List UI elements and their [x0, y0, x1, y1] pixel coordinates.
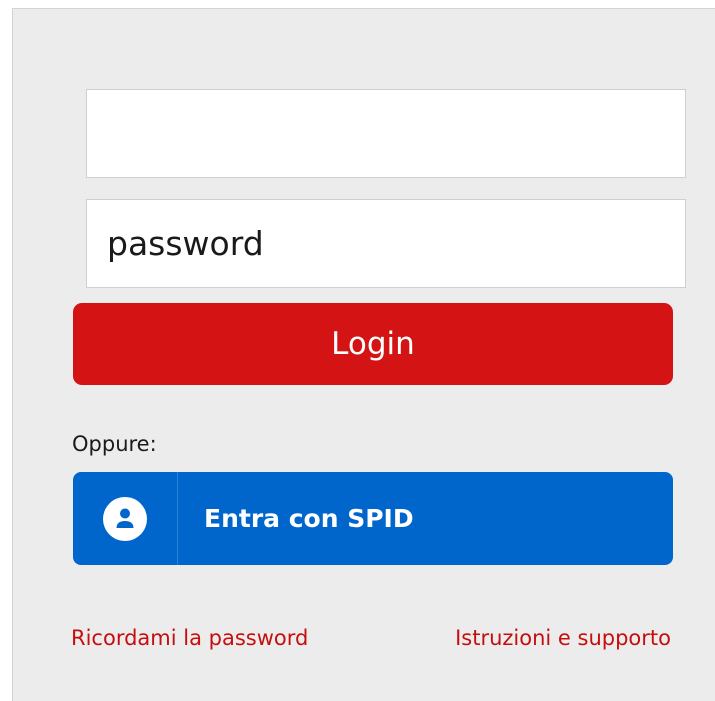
spid-icon-container [73, 472, 178, 565]
spid-login-button[interactable]: Entra con SPID [73, 472, 673, 565]
alternative-label: Oppure: [72, 432, 157, 456]
username-field[interactable] [86, 89, 686, 178]
user-circle-icon [103, 496, 147, 541]
spid-button-label: Entra con SPID [204, 504, 414, 533]
password-field[interactable] [86, 199, 686, 288]
login-button[interactable]: Login [73, 303, 673, 385]
support-link[interactable]: Istruzioni e supporto [455, 626, 671, 650]
remind-password-link[interactable]: Ricordami la password [71, 626, 308, 650]
